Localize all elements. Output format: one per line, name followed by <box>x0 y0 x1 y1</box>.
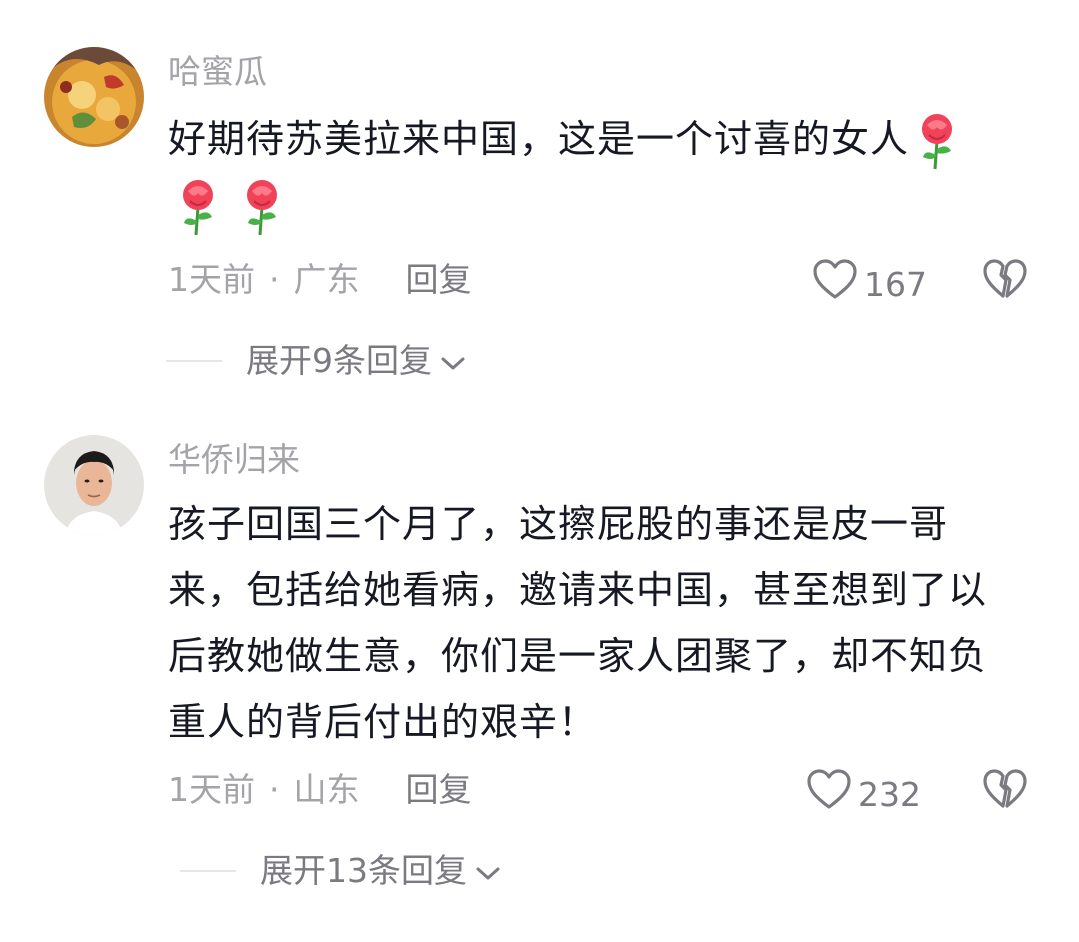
like-count: 167 <box>864 264 927 304</box>
chevron-down-icon <box>467 849 501 893</box>
comment-text: 好期待苏美拉来中国，这是一个讨喜的女人 <box>168 106 1038 238</box>
meta-separator: · <box>269 770 280 809</box>
comment-location: 山东 <box>293 770 360 809</box>
comment-time: 1天前 <box>168 260 255 299</box>
comment-username[interactable]: 哈蜜瓜 <box>168 50 267 94</box>
avatar[interactable] <box>44 47 144 147</box>
divider-line <box>166 360 222 362</box>
divider-line <box>180 870 236 872</box>
comment-meta: 1天前 · 山东 回复 <box>168 768 472 812</box>
comment-text-line: 重人的背后付出的艰辛！ <box>168 700 598 744</box>
comment-text-line: 来，包括给她看病，邀请来中国，甚至想到了以 <box>168 568 988 612</box>
chevron-down-icon <box>432 339 466 383</box>
heart-outline-icon <box>806 768 858 821</box>
rose-emoji-icon <box>915 113 959 171</box>
like-count: 232 <box>858 774 921 814</box>
expand-replies-button[interactable]: 展开13条回复 <box>180 849 501 893</box>
comment-username[interactable]: 华侨归来 <box>168 438 300 482</box>
dislike-button[interactable] <box>982 768 1028 814</box>
comment-text-line: 后教她做生意，你们是一家人团聚了，却不知负 <box>168 634 988 678</box>
like-button[interactable]: 232 <box>806 768 921 821</box>
comment-text: 孩子回国三个月了，这擦屁股的事还是皮一哥 来，包括给她看病，邀请来中国，甚至想到… <box>168 491 1038 755</box>
expand-replies-label: 展开13条回复 <box>260 851 467 890</box>
comment-text-line: 孩子回国三个月了，这擦屁股的事还是皮一哥 <box>168 502 949 546</box>
comment-time: 1天前 <box>168 770 255 809</box>
broken-heart-icon <box>982 259 1028 304</box>
comment-meta: 1天前 · 广东 回复 <box>168 258 472 302</box>
meta-separator: · <box>269 260 280 299</box>
expand-replies-button[interactable]: 展开9条回复 <box>166 339 466 383</box>
comment-text-content: 好期待苏美拉来中国，这是一个讨喜的女人 <box>168 117 910 161</box>
reply-button[interactable]: 回复 <box>406 258 472 302</box>
expand-replies-label: 展开9条回复 <box>246 341 432 380</box>
comment-location: 广东 <box>293 260 360 299</box>
dislike-button[interactable] <box>982 258 1028 304</box>
heart-outline-icon <box>812 258 864 311</box>
rose-emoji-icon <box>240 179 284 237</box>
rose-emoji-icon <box>176 179 220 237</box>
broken-heart-icon <box>982 769 1028 814</box>
avatar[interactable] <box>44 435 144 535</box>
like-button[interactable]: 167 <box>812 258 927 311</box>
reply-button[interactable]: 回复 <box>406 768 472 812</box>
